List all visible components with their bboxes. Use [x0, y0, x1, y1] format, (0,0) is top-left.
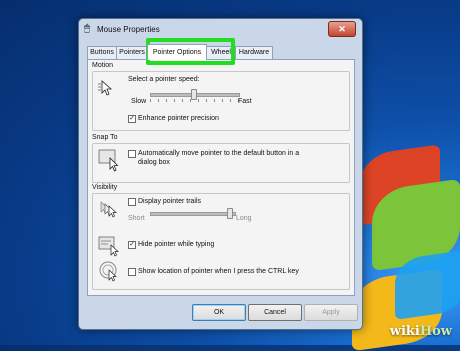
snap-to-group — [92, 143, 350, 183]
pointer-options-panel: Motion Select a pointer speed: Slow Fast… — [87, 59, 355, 296]
mouse-icon: 🖱 — [84, 23, 90, 34]
show-location-checkbox[interactable] — [128, 268, 136, 276]
show-location-label: Show location of pointer when I press th… — [138, 268, 299, 275]
enhance-precision-checkbox[interactable]: ✓ — [128, 115, 136, 123]
tab-buttons[interactable]: Buttons — [87, 46, 117, 59]
show-location-icon — [99, 261, 117, 282]
tab-pointer-options[interactable]: Pointer Options — [147, 44, 207, 60]
short-label: Short — [128, 215, 145, 222]
ok-button[interactable]: OK — [192, 304, 246, 321]
snap-to-default-checkbox[interactable] — [128, 150, 136, 158]
long-label: Long — [236, 215, 252, 222]
wikihow-watermark: wikiHow — [390, 324, 452, 339]
pointer-speed-label: Select a pointer speed: — [128, 76, 200, 83]
snap-to-label-line2: dialog box — [138, 159, 170, 166]
cancel-button[interactable]: Cancel — [248, 304, 302, 321]
visibility-group-label: Visibility — [92, 184, 118, 191]
tab-pointers[interactable]: Pointers — [116, 46, 148, 59]
pointer-trails-icon — [100, 201, 117, 218]
pointer-trails-label: Display pointer trails — [138, 198, 202, 205]
tab-hardware[interactable]: Hardware — [235, 46, 273, 59]
pointer-speed-icon — [98, 80, 113, 96]
hide-pointer-label: Hide pointer while typing — [138, 241, 215, 248]
snap-to-label-line1: Automatically move pointer to the defaul… — [138, 150, 300, 157]
motion-group-label: Motion — [92, 62, 114, 69]
watermark-how: How — [419, 324, 452, 339]
slow-label: Slow — [131, 98, 147, 105]
enhance-precision-label: Enhance pointer precision — [138, 115, 219, 122]
hide-pointer-checkbox[interactable]: ✓ — [128, 241, 136, 249]
snap-to-group-label: Snap To — [92, 134, 118, 141]
pointer-trails-checkbox[interactable] — [128, 198, 136, 206]
apply-button[interactable]: Apply — [304, 304, 358, 321]
watermark-wiki: wiki — [389, 324, 420, 339]
snap-to-icon — [98, 149, 119, 172]
trail-length-track — [150, 212, 236, 216]
pointer-speed-slider[interactable] — [191, 89, 197, 100]
close-button[interactable]: ✕ — [328, 21, 356, 37]
hide-pointer-icon — [98, 236, 119, 257]
window-title: Mouse Properties — [97, 25, 160, 34]
fast-label: Fast — [238, 98, 252, 105]
trail-length-slider[interactable] — [226, 208, 233, 219]
